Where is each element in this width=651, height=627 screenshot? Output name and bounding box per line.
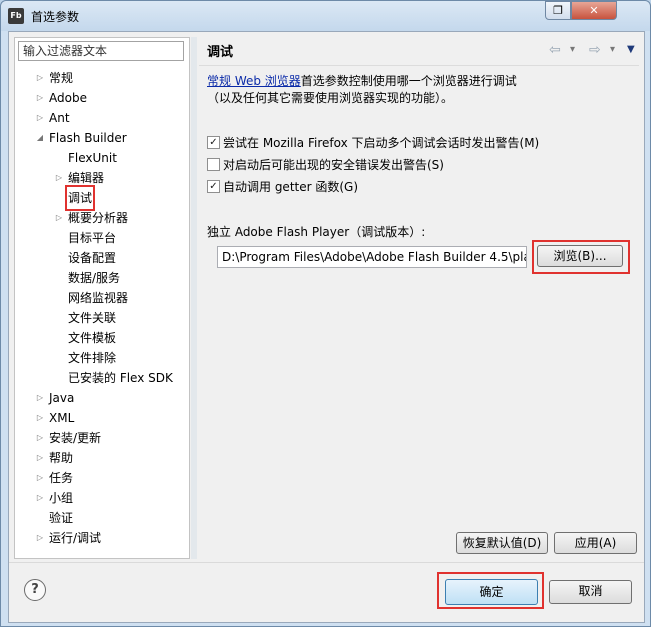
tree-item-label[interactable]: 验证 [49, 508, 73, 528]
collapsed-arrow-icon[interactable]: ▷ [35, 468, 45, 488]
restore-defaults-button[interactable]: 恢复默认值(D) [456, 532, 548, 554]
tree-item[interactable]: 调试 [15, 185, 185, 211]
dialog-body: 输入过滤器文本 ▷ 常规 ▷ Adobe ▷ Ant ◢ Flash Builder FlexU… [8, 31, 645, 623]
tree-item[interactable]: ▷ 常规 [15, 68, 185, 88]
tree-item-label[interactable]: 文件模板 [68, 328, 116, 348]
tree-item[interactable]: ◢ Flash Builder [15, 128, 185, 148]
tree-item[interactable]: 已安装的 Flex SDK [15, 368, 185, 388]
cancel-button[interactable]: 取消 [549, 580, 632, 604]
tree-item[interactable]: ▷ Ant [15, 108, 185, 128]
tree-item[interactable]: 验证 [15, 508, 185, 528]
back-arrow-icon[interactable]: ⇦ [549, 42, 561, 58]
tree-item[interactable]: 数据/服务 [15, 268, 185, 288]
expanded-arrow-icon[interactable]: ◢ [35, 128, 45, 148]
tree-item-label[interactable]: 编辑器 [68, 168, 104, 188]
flash-builder-app-icon: Fb [8, 8, 24, 24]
tree-item-label[interactable]: FlexUnit [68, 148, 117, 168]
preference-page: 调试 ⇦ ▾ ⇨ ▾ ▼ 常规 Web 浏览器首选参数控制使用哪一个浏览器进行调… [199, 32, 644, 562]
view-menu-icon[interactable]: ▼ [627, 44, 635, 55]
title-bar[interactable]: Fb 首选参数 ❐ ✕ [1, 1, 650, 31]
collapsed-arrow-icon[interactable]: ▷ [35, 448, 45, 468]
page-description: 常规 Web 浏览器首选参数控制使用哪一个浏览器进行调试 （以及任何其它需要使用… [207, 73, 627, 107]
security-warning-label[interactable]: 对启动后可能出现的安全错误发出警告(S) [223, 157, 444, 173]
browse-button[interactable]: 浏览(B)... [537, 245, 623, 267]
description-line2: （以及任何其它需要使用浏览器实现的功能）。 [207, 91, 454, 105]
collapsed-arrow-icon[interactable]: ▷ [35, 88, 45, 108]
collapsed-arrow-icon[interactable]: ▷ [35, 68, 45, 88]
forward-arrow-icon[interactable]: ⇨ [589, 42, 601, 58]
tree-item-label[interactable]: 数据/服务 [68, 268, 120, 288]
panel-splitter[interactable] [191, 37, 197, 559]
tree-item-label[interactable]: 设备配置 [68, 248, 116, 268]
description-line1: 首选参数控制使用哪一个浏览器进行调试 [300, 74, 517, 88]
apply-button[interactable]: 应用(A) [554, 532, 637, 554]
tree-item-label[interactable]: 网络监视器 [68, 288, 128, 308]
tree-item[interactable]: ▷ 任务 [15, 468, 185, 488]
collapsed-arrow-icon[interactable]: ▷ [35, 488, 45, 508]
tree-item-label[interactable]: 安装/更新 [49, 428, 101, 448]
collapsed-arrow-icon[interactable]: ▷ [54, 168, 64, 188]
tree-item-label[interactable]: XML [49, 408, 74, 428]
tree-item-label[interactable]: Adobe [49, 88, 87, 108]
tree-item[interactable]: 文件模板 [15, 328, 185, 348]
tree-item-label[interactable]: 文件关联 [68, 308, 116, 328]
tree-item-label[interactable]: 目标平台 [68, 228, 116, 248]
collapsed-arrow-icon[interactable]: ▷ [35, 388, 45, 408]
tree-item-label[interactable]: 任务 [49, 468, 73, 488]
tree-item-label[interactable]: 调试 [64, 185, 96, 211]
tree-item-label[interactable]: 概要分析器 [68, 208, 128, 228]
tree-item[interactable]: 网络监视器 [15, 288, 185, 308]
tree-item[interactable]: 文件排除 [15, 348, 185, 368]
firefox-warning-label[interactable]: 尝试在 Mozilla Firefox 下启动多个调试会话时发出警告(M) [223, 135, 539, 151]
web-browser-link[interactable]: 常规 Web 浏览器 [207, 74, 301, 88]
collapsed-arrow-icon[interactable]: ▷ [35, 408, 45, 428]
security-warning-checkbox[interactable] [207, 158, 220, 171]
collapsed-arrow-icon[interactable]: ▷ [54, 208, 64, 228]
forward-history-dropdown-icon[interactable]: ▾ [610, 44, 615, 55]
tree-item[interactable]: 目标平台 [15, 228, 185, 248]
ok-button[interactable]: 确定 [445, 579, 538, 605]
tree-item-label[interactable]: Ant [49, 108, 70, 128]
restore-window-button[interactable]: ❐ [545, 1, 571, 20]
filter-input[interactable]: 输入过滤器文本 [18, 41, 184, 61]
tree-item[interactable]: ▷ 运行/调试 [15, 528, 185, 548]
tree-item[interactable]: ▷ Adobe [15, 88, 185, 108]
page-title: 调试 [207, 45, 234, 60]
collapsed-arrow-icon[interactable]: ▷ [35, 108, 45, 128]
tree-item[interactable]: FlexUnit [15, 148, 185, 168]
help-icon[interactable]: ? [24, 579, 46, 601]
tree-item-label[interactable]: 常规 [49, 68, 73, 88]
preferences-window: Fb 首选参数 ❐ ✕ 输入过滤器文本 ▷ 常规 ▷ Adobe ▷ Ant ◢ Flash … [0, 0, 651, 627]
footer-divider [9, 562, 644, 563]
back-history-dropdown-icon[interactable]: ▾ [570, 44, 575, 55]
tree-item[interactable]: 设备配置 [15, 248, 185, 268]
tree-item[interactable]: ▷ Java [15, 388, 185, 408]
tree-item-label[interactable]: 已安装的 Flex SDK [68, 368, 173, 388]
collapsed-arrow-icon[interactable]: ▷ [35, 428, 45, 448]
tree-item-label[interactable]: 运行/调试 [49, 528, 101, 548]
tree-item-label[interactable]: 小组 [49, 488, 73, 508]
getter-label[interactable]: 自动调用 getter 函数(G) [223, 179, 358, 195]
tree-item[interactable]: ▷ 概要分析器 [15, 208, 185, 228]
flash-player-path-input[interactable]: D:\Program Files\Adobe\Adobe Flash Build… [217, 246, 527, 268]
tree-item-label[interactable]: 帮助 [49, 448, 73, 468]
tree-item[interactable]: ▷ 编辑器 [15, 168, 185, 188]
window-title: 首选参数 [31, 10, 80, 24]
flash-player-label: 独立 Adobe Flash Player（调试版本）: [207, 225, 426, 239]
tree-item[interactable]: ▷ 安装/更新 [15, 428, 185, 448]
tree-item[interactable]: ▷ XML [15, 408, 185, 428]
collapsed-arrow-icon[interactable]: ▷ [35, 528, 45, 548]
page-header: 调试 ⇦ ▾ ⇨ ▾ ▼ [199, 37, 639, 66]
close-window-button[interactable]: ✕ [571, 1, 617, 20]
tree-item-label[interactable]: 文件排除 [68, 348, 116, 368]
tree-item-label[interactable]: Java [49, 388, 74, 408]
getter-checkbox[interactable]: ✓ [207, 180, 220, 193]
preference-navigation-panel: 输入过滤器文本 ▷ 常规 ▷ Adobe ▷ Ant ◢ Flash Builder FlexU… [14, 37, 190, 559]
tree-item[interactable]: ▷ 帮助 [15, 448, 185, 468]
preference-tree: ▷ 常规 ▷ Adobe ▷ Ant ◢ Flash Builder FlexUnit ▷ 编辑器调… [15, 68, 185, 548]
tree-item[interactable]: 文件关联 [15, 308, 185, 328]
tree-item[interactable]: ▷ 小组 [15, 488, 185, 508]
tree-item-label[interactable]: Flash Builder [49, 128, 127, 148]
firefox-warning-checkbox[interactable]: ✓ [207, 136, 220, 149]
